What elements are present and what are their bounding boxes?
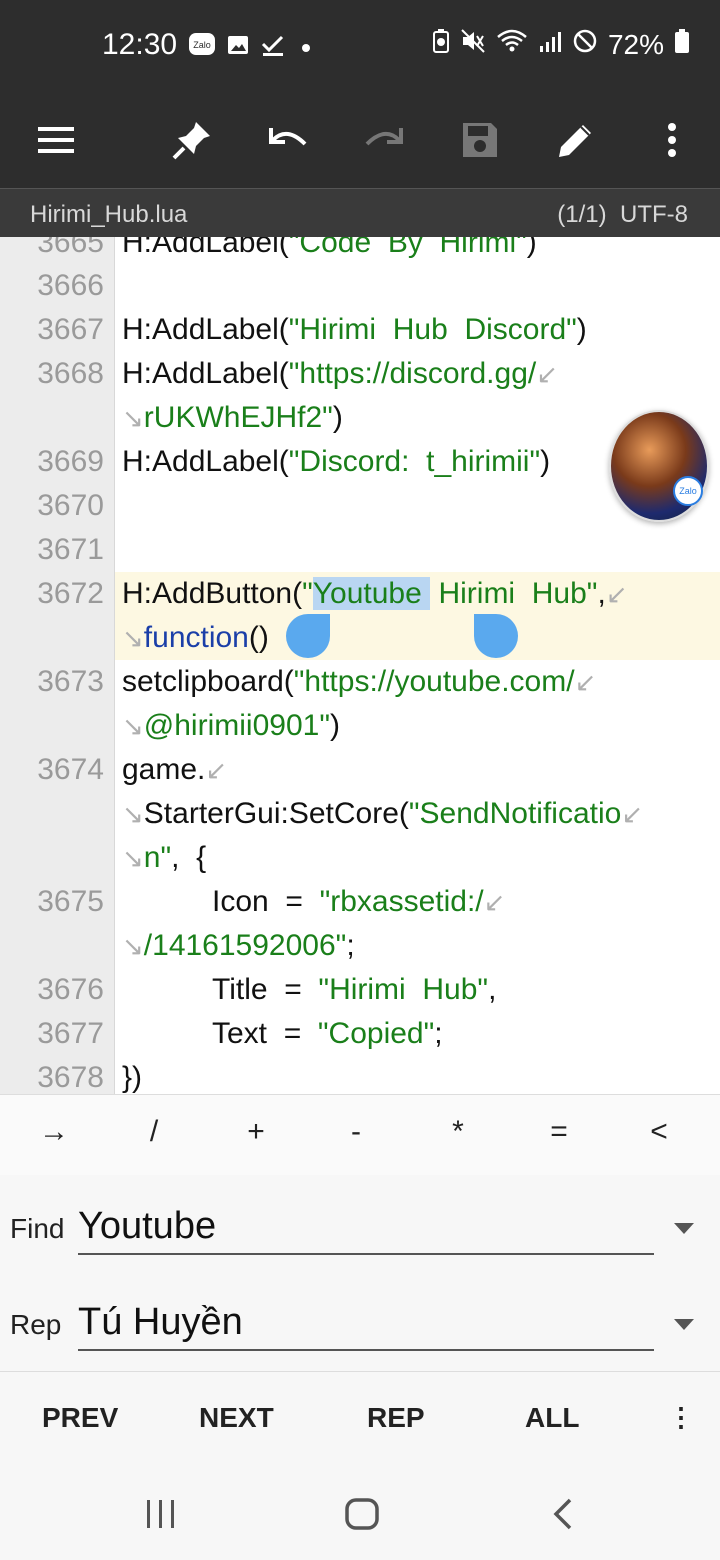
symbol-asterisk-button[interactable]: * (428, 1115, 488, 1149)
symbol-slash-button[interactable]: / (124, 1115, 184, 1149)
wifi-icon (496, 28, 528, 61)
code-line-wrap[interactable]: ↘n", { (0, 836, 720, 880)
code-editor[interactable]: 3665 H:AddLabel("Code By Hirimi") 3666 3… (0, 237, 720, 1094)
wrap-start-icon: ↘ (122, 931, 144, 961)
code-line[interactable]: 3676 Title = "Hirimi Hub", (0, 968, 720, 1012)
system-icons: 72% (432, 28, 690, 61)
code-line-wrap[interactable]: ↘StarterGui:SetCore("SendNotificatio↙ (0, 792, 720, 836)
wrap-start-icon: ↘ (122, 623, 144, 653)
gallery-icon (226, 33, 250, 62)
code-line-current[interactable]: 3672 H:AddButton("Youtube Hirimi Hub",↙ (0, 572, 720, 616)
wrap-start-icon: ↘ (122, 711, 144, 741)
check-icon (260, 33, 286, 62)
wrap-start-icon: ↘ (122, 403, 144, 433)
dnd-icon (572, 28, 598, 61)
battery-saver-icon (432, 28, 450, 61)
menu-icon[interactable] (24, 108, 88, 172)
code-line[interactable]: 3677 Text = "Copied"; (0, 1012, 720, 1056)
undo-icon[interactable] (256, 108, 320, 172)
code-line[interactable]: 3666 (0, 264, 720, 308)
recents-icon[interactable] (144, 1497, 178, 1536)
wrap-end-icon: ↙ (483, 887, 506, 917)
symbol-arrow-button[interactable]: → (24, 1115, 84, 1149)
symbol-equals-button[interactable]: = (529, 1115, 589, 1149)
code-line-wrap[interactable]: ↘function() (0, 616, 720, 660)
code-line[interactable]: 3668 H:AddLabel("https://discord.gg/↙ (0, 352, 720, 396)
find-label: Find (10, 1213, 65, 1244)
system-nav-bar (0, 1467, 720, 1560)
symbol-minus-button[interactable]: - (326, 1115, 386, 1149)
notification-icons: Zalo (188, 32, 310, 63)
pin-icon[interactable] (160, 108, 224, 172)
symbol-plus-button[interactable]: + (226, 1115, 286, 1149)
code-line[interactable]: 3671 (0, 528, 720, 572)
code-line[interactable]: 3667 H:AddLabel("Hirimi Hub Discord") (0, 308, 720, 352)
wrap-end-icon: ↙ (205, 755, 228, 785)
wrap-end-icon: ↙ (536, 359, 559, 389)
editor-toolbar (0, 92, 720, 188)
redo-icon[interactable] (352, 108, 416, 172)
code-line[interactable]: 3670 (0, 484, 720, 528)
code-line-wrap[interactable]: ↘rUKWhEJHf2") (0, 396, 720, 440)
wrap-end-icon: ↙ (574, 667, 597, 697)
code-line-wrap[interactable]: ↘/14161592006"; (0, 924, 720, 968)
code-line[interactable]: 3673 setclipboard("https://youtube.com/↙ (0, 660, 720, 704)
find-replace-panel: Find Youtube Rep Tú Huyền (0, 1175, 720, 1371)
selection-end-handle[interactable] (474, 614, 518, 658)
svg-text:Zalo: Zalo (193, 40, 211, 50)
replace-label: Rep (10, 1309, 62, 1340)
replace-input[interactable]: Tú Huyền (78, 1297, 654, 1351)
save-icon[interactable] (448, 108, 512, 172)
wrap-end-icon: ↙ (605, 579, 628, 609)
battery-icon (674, 28, 690, 61)
battery-percent: 72% (607, 28, 664, 60)
find-input[interactable]: Youtube (78, 1201, 654, 1255)
code-line-wrap[interactable]: ↘@hirimii0901") (0, 704, 720, 748)
zalo-icon: Zalo (188, 32, 216, 63)
symbol-bar: → / + - * = < (0, 1094, 720, 1176)
code-line[interactable]: 3678 }) (0, 1056, 720, 1094)
find-history-dropdown-icon[interactable] (674, 1223, 694, 1234)
more-icon[interactable] (640, 108, 704, 172)
file-info-bar: Hirimi_Hub.lua (1/1) UTF-8 (0, 188, 720, 237)
find-actions: PREV NEXT REP ALL ⋮ (0, 1371, 720, 1468)
mute-icon (460, 28, 486, 61)
chat-bubble-avatar[interactable]: Zalo (609, 410, 709, 522)
wrap-start-icon: ↘ (122, 843, 144, 873)
next-button[interactable]: NEXT (199, 1402, 274, 1434)
code-line[interactable]: 3674 game.↙ (0, 748, 720, 792)
status-time: 12:30 (102, 28, 178, 61)
wrap-end-icon: ↙ (621, 799, 644, 829)
more-options-icon[interactable]: ⋮ (668, 1402, 694, 1433)
selection-start-handle[interactable] (286, 614, 330, 658)
dot-icon (302, 43, 310, 52)
symbol-less-than-button[interactable]: < (629, 1115, 689, 1149)
wrap-start-icon: ↘ (122, 799, 144, 829)
home-icon[interactable] (344, 1497, 380, 1536)
replace-all-button[interactable]: ALL (525, 1402, 579, 1434)
replace-button[interactable]: REP (367, 1402, 425, 1434)
back-icon[interactable] (550, 1497, 574, 1536)
code-line[interactable]: 3665 H:AddLabel("Code By Hirimi") (0, 237, 720, 265)
status-bar: 12:30 Zalo 72% (0, 0, 720, 92)
prev-button[interactable]: PREV (42, 1402, 118, 1434)
replace-history-dropdown-icon[interactable] (674, 1319, 694, 1330)
file-meta: (1/1) UTF-8 (557, 201, 688, 228)
file-name: Hirimi_Hub.lua (30, 201, 188, 228)
zalo-badge-icon: Zalo (673, 476, 703, 506)
edit-icon[interactable] (544, 108, 608, 172)
selected-text: Youtube (312, 577, 431, 610)
code-line[interactable]: 3675 Icon = "rbxassetid:/↙ (0, 880, 720, 924)
signal-icon (538, 29, 562, 61)
